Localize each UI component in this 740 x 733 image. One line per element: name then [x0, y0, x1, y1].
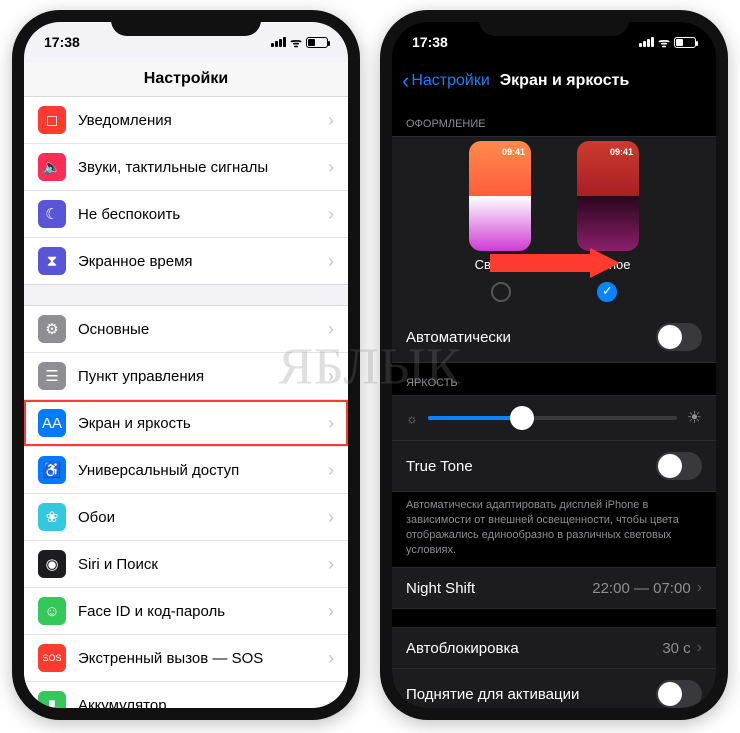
settings-row-label: Face ID и код-пароль [78, 603, 328, 620]
settings-row[interactable]: ♿ Универсальный доступ› [24, 447, 348, 494]
display-icon: AA [38, 409, 66, 437]
settings-row[interactable]: ◻ Уведомления› [24, 97, 348, 144]
sounds-icon: 🔈 [38, 153, 66, 181]
section-header-brightness: ЯРКОСТЬ [392, 363, 716, 395]
settings-row-label: Универсальный доступ [78, 462, 328, 479]
settings-row[interactable]: 🔈 Звуки, тактильные сигналы› [24, 144, 348, 191]
sos-icon: SOS [38, 644, 66, 672]
settings-row-label: Обои [78, 509, 328, 526]
settings-row-label: Экранное время [78, 253, 328, 270]
wifi-icon: ᯤ [290, 33, 302, 51]
settings-row-label: Экран и яркость [78, 415, 328, 432]
chevron-right-icon: › [328, 110, 334, 131]
notch [111, 10, 261, 36]
settings-row-label: Уведомления [78, 112, 328, 129]
dnd-icon: ☾ [38, 200, 66, 228]
chevron-right-icon: › [328, 648, 334, 669]
toggle-automatic[interactable] [656, 323, 702, 351]
page-title: Настройки [24, 62, 348, 97]
settings-row-label: Siri и Поиск [78, 556, 328, 573]
chevron-right-icon: › [328, 554, 334, 575]
notifications-icon: ◻ [38, 106, 66, 134]
chevron-right-icon: › [328, 319, 334, 340]
settings-row-label: Звуки, тактильные сигналы [78, 159, 328, 176]
appearance-picker: 09:41 Светлое 09:41 Темное [392, 137, 716, 276]
status-time: 17:38 [44, 34, 80, 50]
settings-row[interactable]: SOS Экстренный вызов — SOS› [24, 635, 348, 682]
battery-icon: ▮ [38, 691, 66, 708]
sun-small-icon: ☼ [406, 411, 418, 426]
accessibility-icon: ♿ [38, 456, 66, 484]
wallpaper-icon: ❀ [38, 503, 66, 531]
wifi-icon: ᯤ [658, 33, 670, 51]
settings-row[interactable]: ❀ Обои› [24, 494, 348, 541]
general-icon: ⚙ [38, 315, 66, 343]
phone-left: 17:38 ᯤ Настройки ◻Уведомления›🔈Звуки, т… [12, 10, 360, 720]
chevron-left-icon: ‹ [402, 68, 409, 94]
navbar: ‹ Настройки Экран и яркость [392, 62, 716, 104]
chevron-right-icon: › [328, 601, 334, 622]
settings-row-label: Аккумулятор [78, 697, 328, 709]
settings-row[interactable]: ☺ Face ID и код-пароль› [24, 588, 348, 635]
sun-large-icon: ☀ [687, 408, 702, 428]
chevron-right-icon: › [328, 204, 334, 225]
row-truetone[interactable]: True Tone [392, 441, 716, 492]
toggle-raise[interactable] [656, 680, 702, 708]
toggle-truetone[interactable] [656, 452, 702, 480]
back-button[interactable]: ‹ Настройки [402, 68, 490, 94]
settings-list[interactable]: ◻Уведомления›🔈Звуки, тактильные сигналы›… [24, 97, 348, 708]
battery-icon [674, 37, 696, 48]
row-raise-to-wake[interactable]: Поднятие для активации [392, 669, 716, 708]
settings-row[interactable]: ⚙ Основные› [24, 306, 348, 353]
signal-icon [271, 37, 286, 47]
control-center-icon: ☰ [38, 362, 66, 390]
status-time: 17:38 [412, 34, 448, 50]
settings-row[interactable]: AA Экран и яркость› [24, 400, 348, 447]
chevron-right-icon: › [328, 695, 334, 709]
settings-row[interactable]: ☰ Пункт управления› [24, 353, 348, 400]
brightness-slider-row: ☼ ☀ [392, 396, 716, 441]
chevron-right-icon: › [328, 366, 334, 387]
battery-icon [306, 37, 328, 48]
settings-row-label: Основные [78, 321, 328, 338]
truetone-footer: Автоматически адаптировать дисплей iPhon… [392, 492, 716, 567]
settings-row[interactable]: ◉ Siri и Поиск› [24, 541, 348, 588]
appearance-light[interactable]: 09:41 Светлое [469, 141, 531, 272]
chevron-right-icon: › [328, 413, 334, 434]
appearance-dark-radio[interactable] [597, 282, 617, 302]
page-title: Экран и яркость [500, 72, 630, 90]
settings-row[interactable]: ⧗ Экранное время› [24, 238, 348, 284]
row-automatic[interactable]: Автоматически [392, 312, 716, 363]
screentime-icon: ⧗ [38, 247, 66, 275]
brightness-slider[interactable] [428, 416, 677, 420]
settings-row[interactable]: ▮ Аккумулятор› [24, 682, 348, 708]
siri-icon: ◉ [38, 550, 66, 578]
chevron-right-icon: › [697, 639, 702, 657]
section-header-appearance: ОФОРМЛЕНИЕ [392, 104, 716, 136]
appearance-light-radio[interactable] [491, 282, 511, 302]
chevron-right-icon: › [697, 579, 702, 597]
row-nightshift[interactable]: Night Shift 22:00 — 07:00› [392, 568, 716, 609]
row-autolock[interactable]: Автоблокировка 30 с› [392, 628, 716, 669]
settings-row-label: Не беспокоить [78, 206, 328, 223]
signal-icon [639, 37, 654, 47]
notch [479, 10, 629, 36]
chevron-right-icon: › [328, 460, 334, 481]
faceid-icon: ☺ [38, 597, 66, 625]
appearance-dark[interactable]: 09:41 Темное [577, 141, 639, 272]
phone-right: 17:38 ᯤ ‹ Настройки Экран и яркость ОФОР… [380, 10, 728, 720]
chevron-right-icon: › [328, 157, 334, 178]
settings-row-label: Экстренный вызов — SOS [78, 650, 328, 667]
settings-row-label: Пункт управления [78, 368, 328, 385]
chevron-right-icon: › [328, 251, 334, 272]
chevron-right-icon: › [328, 507, 334, 528]
settings-row[interactable]: ☾ Не беспокоить› [24, 191, 348, 238]
